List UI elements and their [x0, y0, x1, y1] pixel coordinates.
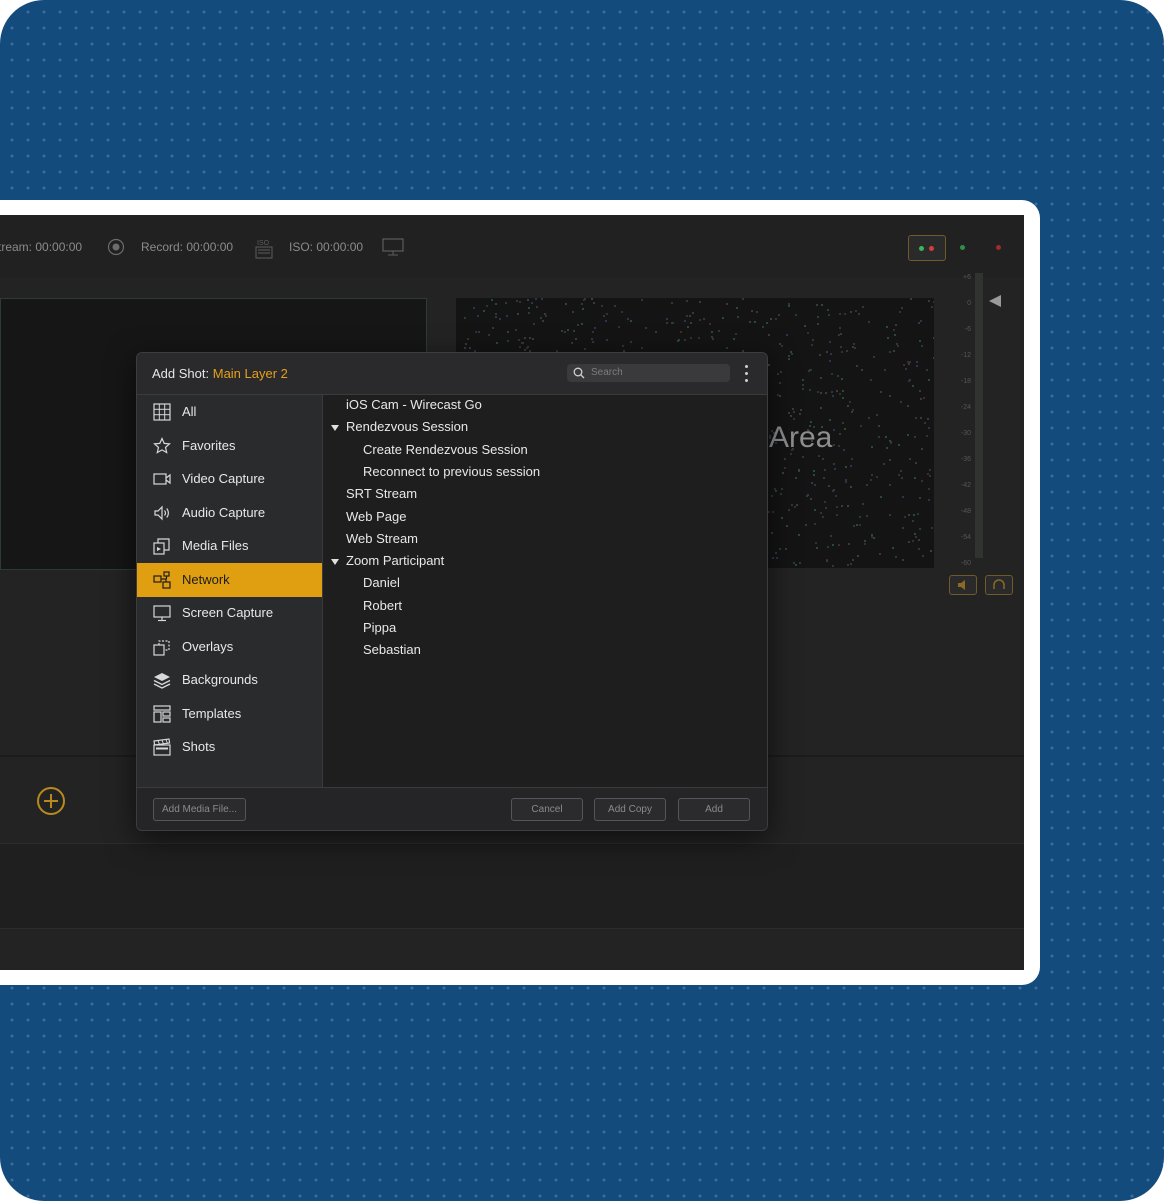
meter-tick-label: 0 — [967, 300, 971, 307]
display-icon[interactable] — [382, 238, 404, 261]
list-item[interactable]: SRT Stream — [346, 486, 417, 501]
search-placeholder: Search — [591, 367, 623, 378]
search-icon — [573, 367, 585, 379]
layers-icon — [153, 673, 171, 689]
sidebar-item-label: All — [182, 404, 197, 419]
sidebar-item-label: Video Capture — [182, 471, 265, 486]
list-item[interactable]: Zoom Participant — [346, 553, 444, 568]
sidebar-item-label: Screen Capture — [182, 605, 274, 620]
sidebar-item-favorites[interactable]: Favorites — [137, 429, 322, 463]
dialog-footer: Add Media File... Cancel Add Copy Add — [137, 787, 767, 830]
headphones-icon — [993, 579, 1005, 589]
sidebar-item-backgrounds[interactable]: Backgrounds — [137, 663, 322, 697]
grid-icon — [153, 403, 171, 421]
speaker-icon — [154, 505, 169, 520]
disclosure-triangle-icon[interactable] — [331, 559, 339, 566]
star-icon — [153, 436, 171, 454]
list-item[interactable]: Daniel — [363, 575, 400, 590]
search-input[interactable]: Search — [567, 364, 730, 382]
add-media-file-button[interactable]: Add Media File... — [153, 798, 246, 821]
dialog-title: Add Shot: Main Layer 2 — [152, 366, 288, 381]
sidebar-item-label: Shots — [182, 739, 216, 754]
video-camera-icon — [153, 473, 171, 485]
add-shot-icon[interactable] — [37, 787, 65, 815]
meter-tick-label: -30 — [960, 430, 971, 437]
add-shot-dialog: Add Shot: Main Layer 2 Search All Favorit… — [136, 352, 768, 831]
clapperboard-icon — [153, 738, 171, 756]
add-button[interactable]: Add — [678, 798, 750, 821]
list-item[interactable]: Rendezvous Session — [346, 419, 468, 434]
sidebar-item-shots[interactable]: Shots — [137, 730, 322, 764]
audio-meter — [975, 273, 983, 558]
record-timer: Record: 00:00:00 — [141, 240, 234, 254]
iso-timer: ISO: 00:00:00 — [289, 240, 364, 254]
cancel-button[interactable]: Cancel — [511, 798, 583, 821]
meter-tick-label: +6 — [963, 274, 971, 281]
list-item[interactable]: Robert — [363, 598, 402, 613]
sidebar-item-label: Backgrounds — [182, 672, 258, 687]
status-dot-green — [960, 245, 965, 250]
sidebar-item-label: Overlays — [182, 638, 234, 654]
meter-tick-label: -60 — [960, 560, 971, 567]
meter-tick-label: -18 — [960, 378, 971, 385]
sidebar-item-media-files[interactable]: Media Files — [137, 529, 322, 563]
meter-tick-label: -54 — [960, 534, 971, 541]
layer-name: Main Layer 2 — [212, 366, 288, 381]
timeline-strip — [0, 843, 1024, 929]
sidebar-item-audio-capture[interactable]: Audio Capture — [137, 496, 322, 530]
category-sidebar: All Favorites Video Capture Audio Capture Me… — [137, 395, 323, 787]
list-item[interactable]: Web Stream — [346, 531, 418, 546]
templates-icon — [153, 704, 171, 723]
sidebar-item-all[interactable]: All — [137, 395, 322, 429]
sidebar-item-label: Media Files — [182, 538, 249, 553]
speaker-toggle[interactable] — [949, 575, 977, 595]
meter-tick-label: -12 — [960, 352, 971, 359]
headphones-toggle[interactable] — [985, 575, 1013, 595]
sidebar-item-templates[interactable]: Templates — [137, 697, 322, 731]
meter-tick-label: -6 — [964, 326, 971, 333]
list-item[interactable]: Pippa — [363, 620, 396, 635]
list-item[interactable]: Create Rendezvous Session — [363, 442, 528, 457]
monitor-area-text: Area — [769, 421, 833, 454]
svg-text:ISO: ISO — [257, 240, 270, 247]
network-icon — [153, 570, 171, 589]
list-item[interactable]: Sebastian — [363, 642, 421, 657]
sidebar-item-screen-capture[interactable]: Screen Capture — [137, 596, 322, 630]
source-list: iOS Cam - Wirecast Go Rendezvous Session C… — [323, 395, 767, 787]
sidebar-item-label: Favorites — [182, 437, 236, 453]
sidebar-item-overlays[interactable]: Overlays — [137, 630, 322, 664]
list-item[interactable]: iOS Cam - Wirecast Go — [346, 397, 482, 412]
dialog-title-prefix: Add Shot: — [152, 366, 210, 381]
list-item[interactable]: Reconnect to previous session — [363, 464, 540, 479]
meter-scale: +6 0 -6 -12 -18 -24 -30 -36 -42 -48 -54 -60 — [955, 265, 971, 577]
monitor-icon — [153, 605, 171, 622]
more-options-icon[interactable] — [745, 365, 749, 383]
stream-timer: tream: 00:00:00 — [0, 240, 83, 254]
sidebar-item-video-capture[interactable]: Video Capture — [137, 462, 322, 496]
meter-tick-label: -24 — [960, 404, 971, 411]
meter-tick-label: -42 — [960, 482, 971, 489]
list-item[interactable]: Web Page — [346, 509, 406, 524]
meter-tick-label: -48 — [960, 508, 971, 515]
status-indicator-group[interactable] — [908, 235, 946, 261]
meter-tick-label: -36 — [960, 456, 971, 463]
record-icon[interactable] — [107, 238, 125, 261]
overlays-icon — [153, 639, 170, 656]
status-dot-red — [996, 245, 1001, 250]
sidebar-item-network[interactable]: Network — [137, 562, 322, 597]
add-copy-button[interactable]: Add Copy — [594, 798, 666, 821]
sidebar-item-label: Templates — [182, 705, 242, 721]
sidebar-item-label: Audio Capture — [182, 504, 266, 520]
media-files-icon — [153, 538, 170, 555]
speaker-small-icon — [958, 580, 965, 590]
toolbar: tream: 00:00:00 Record: 00:00:00 ISO ISO… — [0, 215, 1024, 277]
green-status-dot — [919, 246, 924, 251]
meter-arrow-icon[interactable] — [989, 295, 1001, 307]
dialog-header: Add Shot: Main Layer 2 Search — [137, 353, 767, 395]
iso-icon[interactable]: ISO — [255, 237, 273, 264]
sidebar-item-label: Network — [182, 571, 230, 587]
red-status-dot — [929, 246, 934, 251]
disclosure-triangle-icon[interactable] — [331, 425, 339, 432]
